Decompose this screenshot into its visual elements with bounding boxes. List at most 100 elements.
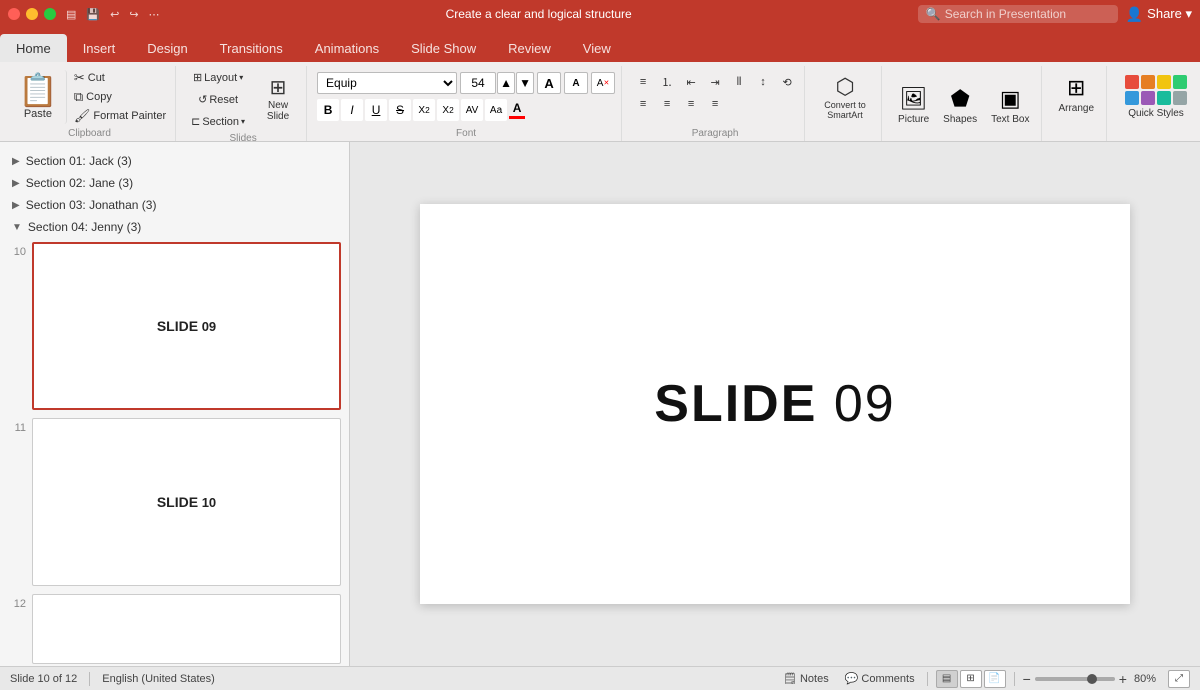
columns-button[interactable]: ⦀: [728, 72, 750, 92]
numbering-button[interactable]: ⒈: [656, 72, 678, 92]
picture-button[interactable]: 🖼 Picture: [892, 83, 935, 128]
search-bar[interactable]: 🔍: [918, 5, 1118, 23]
canvas-regular-text: 09: [817, 375, 895, 433]
profile-icon[interactable]: 👤: [1126, 6, 1143, 23]
quick-styles-group: Quick Styles: [1111, 66, 1200, 141]
bullets-button[interactable]: ≡: [632, 72, 654, 92]
convert-smartart-button[interactable]: ⬡ Convert to SmartArt: [815, 72, 875, 122]
share-button[interactable]: Share ▾: [1147, 6, 1192, 22]
para-row-2: ≡ ≡ ≡ ≡: [632, 94, 798, 114]
slide-thumb-12[interactable]: [32, 594, 341, 664]
change-case-button[interactable]: Aa: [485, 99, 507, 121]
slide-item-12[interactable]: 12: [0, 590, 349, 666]
reset-button[interactable]: ↺ Reset: [193, 90, 243, 109]
tab-design[interactable]: Design: [131, 34, 203, 62]
sidebar-toggle-icon[interactable]: ▤: [66, 8, 76, 21]
canvas-bold-text: SLIDE: [654, 375, 817, 433]
tab-view[interactable]: View: [567, 34, 627, 62]
slide-thumb-11[interactable]: SLIDE 10: [32, 418, 341, 586]
decrease-font-button[interactable]: A: [564, 72, 588, 94]
cut-button[interactable]: ✂ Cut: [71, 69, 169, 87]
minimize-button[interactable]: [26, 8, 38, 20]
paste-button[interactable]: 📋 Paste: [10, 70, 67, 124]
section-04-header[interactable]: ▼ Section 04: Jenny (3): [0, 216, 349, 238]
text-box-button[interactable]: ▣ Text Box: [985, 83, 1035, 128]
fit-slide-button[interactable]: ⤢: [1168, 670, 1190, 688]
window-title: Create a clear and logical structure: [160, 7, 918, 21]
slide-item-11[interactable]: 11 SLIDE 10: [0, 414, 349, 590]
search-input[interactable]: [945, 7, 1105, 21]
comments-button[interactable]: 💬 Comments: [841, 671, 919, 686]
section-button[interactable]: ⊏ Section ▾: [186, 112, 250, 131]
zoom-slider[interactable]: [1035, 677, 1115, 681]
section-01-header[interactable]: ▶ Section 01: Jack (3): [0, 150, 349, 172]
shapes-label: Shapes: [943, 114, 977, 125]
underline-button[interactable]: U: [365, 99, 387, 121]
shapes-button[interactable]: ⬟ Shapes: [937, 83, 983, 128]
maximize-button[interactable]: [44, 8, 56, 20]
reading-view-button[interactable]: 📄: [984, 670, 1006, 688]
undo-icon[interactable]: ↩: [110, 8, 119, 21]
bold-button[interactable]: B: [317, 99, 339, 121]
copy-button[interactable]: ⧉ Copy: [71, 88, 169, 106]
line-spacing-button[interactable]: ↕: [752, 72, 774, 92]
arrange-button[interactable]: ⊞ Arrange: [1052, 72, 1100, 117]
tab-slideshow[interactable]: Slide Show: [395, 34, 492, 62]
zoom-plus-button[interactable]: +: [1119, 671, 1127, 687]
decrease-indent-button[interactable]: ⇤: [680, 72, 702, 92]
font-size-decrease[interactable]: ▼: [516, 72, 534, 94]
align-right-button[interactable]: ≡: [680, 94, 702, 114]
superscript-button[interactable]: X2: [437, 99, 459, 121]
font-size-input[interactable]: [460, 72, 496, 94]
tab-transitions[interactable]: Transitions: [204, 34, 299, 62]
increase-indent-button[interactable]: ⇥: [704, 72, 726, 92]
font-size-increase[interactable]: ▲: [497, 72, 515, 94]
text-direction-button[interactable]: ⟲: [776, 72, 798, 92]
align-left-button[interactable]: ≡: [632, 94, 654, 114]
new-slide-button[interactable]: ⊞ NewSlide: [256, 75, 300, 125]
layout-button[interactable]: ⊞ Layout ▾: [188, 68, 248, 87]
italic-button[interactable]: I: [341, 99, 363, 121]
zoom-control: − + 80%: [1023, 671, 1156, 687]
slide-panel: ▶ Section 01: Jack (3) ▶ Section 02: Jan…: [0, 142, 350, 666]
subscript-button[interactable]: X2: [413, 99, 435, 121]
slide-sorter-button[interactable]: ⊞: [960, 670, 982, 688]
quick-styles-button[interactable]: Quick Styles: [1117, 72, 1195, 122]
align-center-button[interactable]: ≡: [656, 94, 678, 114]
paste-label: Paste: [24, 108, 52, 120]
status-divider-1: [89, 672, 90, 686]
tab-home[interactable]: Home: [0, 34, 67, 62]
quick-styles-label: Quick Styles: [1128, 108, 1184, 119]
close-button[interactable]: [8, 8, 20, 20]
section-03-header[interactable]: ▶ Section 03: Jonathan (3): [0, 194, 349, 216]
font-family-select[interactable]: Equip: [317, 72, 457, 94]
clear-format-button[interactable]: A✕: [591, 72, 615, 94]
increase-font-button[interactable]: A: [537, 72, 561, 94]
section-02-label: Section 02: Jane (3): [26, 176, 133, 190]
notes-icon: 🗒: [783, 672, 797, 685]
normal-view-button[interactable]: ▤: [936, 670, 958, 688]
tab-review[interactable]: Review: [492, 34, 567, 62]
swatch-2: [1141, 75, 1155, 89]
clipboard-group: 📋 Paste ✂ Cut ⧉ Copy 🖌 Format Painter Cl…: [4, 66, 176, 141]
redo-icon[interactable]: ↪: [129, 8, 138, 21]
notes-button[interactable]: 🗒 Notes: [779, 671, 833, 686]
text-box-icon: ▣: [1000, 86, 1021, 112]
strikethrough-button[interactable]: S: [389, 99, 411, 121]
more-icon[interactable]: ⋯: [149, 8, 160, 21]
copy-icon: ⧉: [74, 89, 83, 105]
clipboard-label: Clipboard: [10, 126, 169, 139]
slide-canvas[interactable]: SLIDE 09: [420, 204, 1130, 604]
tab-animations[interactable]: Animations: [299, 34, 395, 62]
character-spacing-button[interactable]: AV: [461, 99, 483, 121]
tab-insert[interactable]: Insert: [67, 34, 132, 62]
font-color-button[interactable]: A: [509, 101, 525, 119]
slide-item-10[interactable]: 10 SLIDE 09: [0, 238, 349, 414]
section-02-header[interactable]: ▶ Section 02: Jane (3): [0, 172, 349, 194]
layout-arrow: ▾: [239, 73, 243, 82]
justify-button[interactable]: ≡: [704, 94, 726, 114]
save-icon[interactable]: 💾: [86, 8, 100, 21]
format-painter-button[interactable]: 🖌 Format Painter: [71, 107, 169, 125]
slide-thumb-10[interactable]: SLIDE 09: [32, 242, 341, 410]
zoom-minus-button[interactable]: −: [1023, 671, 1031, 687]
